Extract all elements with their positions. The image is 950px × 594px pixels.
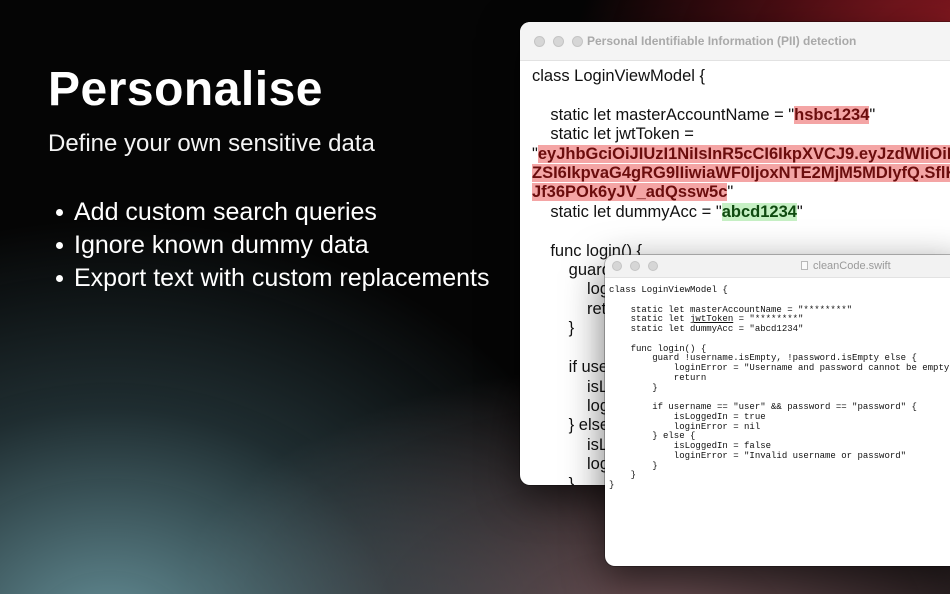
code-line: }: [532, 319, 575, 338]
window-titlebar[interactable]: cleanCode.swift: [605, 255, 950, 278]
minimize-window-button[interactable]: [553, 36, 564, 47]
code-line: }: [609, 480, 615, 490]
code-line: static let dummyAcc = "abcd1234": [532, 202, 803, 221]
zoom-window-button[interactable]: [648, 261, 658, 271]
code-line: static let masterAccountName = "********…: [609, 304, 853, 315]
zoom-window-button[interactable]: [572, 36, 583, 47]
code-line: loginError = "Username and password cann…: [609, 363, 950, 373]
feature-text: Add custom search queries: [74, 198, 377, 226]
feature-text: Ignore known dummy data: [74, 231, 369, 259]
code-line: }: [609, 382, 658, 393]
sensitive-highlight[interactable]: ZSI6IkpvaG4gRG9lIiwiaWF0IjoxNTE2MjM5MDIy…: [532, 164, 950, 183]
ignored-highlight[interactable]: abcd1234: [721, 202, 797, 221]
feature-item: Export text with custom replacements: [56, 262, 489, 295]
hero-title: Personalise: [48, 63, 323, 116]
sensitive-highlight[interactable]: eyJhbGciOiJIUzI1NiIsInR5cCI6IkpXVCJ9.eyJ…: [537, 144, 950, 163]
feature-item: Ignore known dummy data: [56, 229, 489, 262]
code-line: static let jwtToken =: [532, 125, 694, 144]
sensitive-highlight[interactable]: Jf36POk6yJV_adQssw5c: [532, 183, 728, 202]
hero-subtitle: Define your own sensitive data: [48, 130, 375, 157]
window-controls: [534, 36, 583, 47]
hero-section: Personalise Define your own sensitive da…: [48, 62, 375, 158]
code-line: }: [609, 460, 658, 471]
window-titlebar[interactable]: Personal Identifiable Information (PII) …: [520, 22, 950, 61]
window-title-text: cleanCode.swift: [813, 260, 891, 272]
code-line: loginError = "Invalid username or passwo…: [609, 450, 907, 461]
sensitive-highlight[interactable]: hsbc1234: [794, 105, 870, 124]
code-line: isLoggedIn = true: [609, 411, 766, 422]
close-window-button[interactable]: [534, 36, 545, 47]
code-line: static let jwtToken = "********": [609, 314, 804, 325]
code-line: return: [609, 372, 707, 383]
feature-text: Export text with custom replacements: [74, 264, 490, 292]
bullet-icon: [56, 275, 63, 282]
code-line: isLoggedIn = false: [609, 441, 772, 451]
code-line: func login() {: [609, 343, 707, 354]
code-line: if username == "user" && password == "pa…: [609, 402, 917, 412]
spellcheck-underline: jwtToken: [690, 314, 734, 325]
minimize-window-button[interactable]: [630, 261, 640, 271]
code-line: static let dummyAcc = "abcd1234": [609, 324, 804, 334]
code-line: static let masterAccountName = "hsbc1234…: [532, 105, 876, 124]
code-line: loginError = nil: [609, 421, 761, 432]
code-line: class LoginViewModel {: [532, 67, 706, 85]
window-controls: [612, 261, 658, 271]
code-line: }: [532, 474, 575, 485]
code-line: Jf36POk6yJV_adQssw5c": [532, 183, 734, 202]
code-line: } else {: [609, 431, 696, 442]
window-title: cleanCode.swift: [801, 255, 891, 277]
code-line: class LoginViewModel {: [609, 285, 728, 295]
clean-code-window[interactable]: cleanCode.swift class LoginViewModel { s…: [605, 255, 950, 566]
code-line: guard !username.isEmpty, !password.isEmp…: [609, 353, 917, 364]
code-editor[interactable]: class LoginViewModel { static let master…: [605, 278, 950, 491]
close-window-button[interactable]: [612, 261, 622, 271]
swift-file-icon: [801, 261, 808, 270]
feature-list: Add custom search queries Ignore known d…: [56, 196, 489, 295]
code-line: }: [609, 470, 637, 481]
bullet-icon: [56, 209, 63, 216]
bullet-icon: [56, 242, 63, 249]
feature-item: Add custom search queries: [56, 196, 489, 229]
window-title: Personal Identifiable Information (PII) …: [587, 34, 857, 48]
code-line: "eyJhbGciOiJIUzI1NiIsInR5cCI6IkpXVCJ9.ey…: [532, 144, 950, 163]
